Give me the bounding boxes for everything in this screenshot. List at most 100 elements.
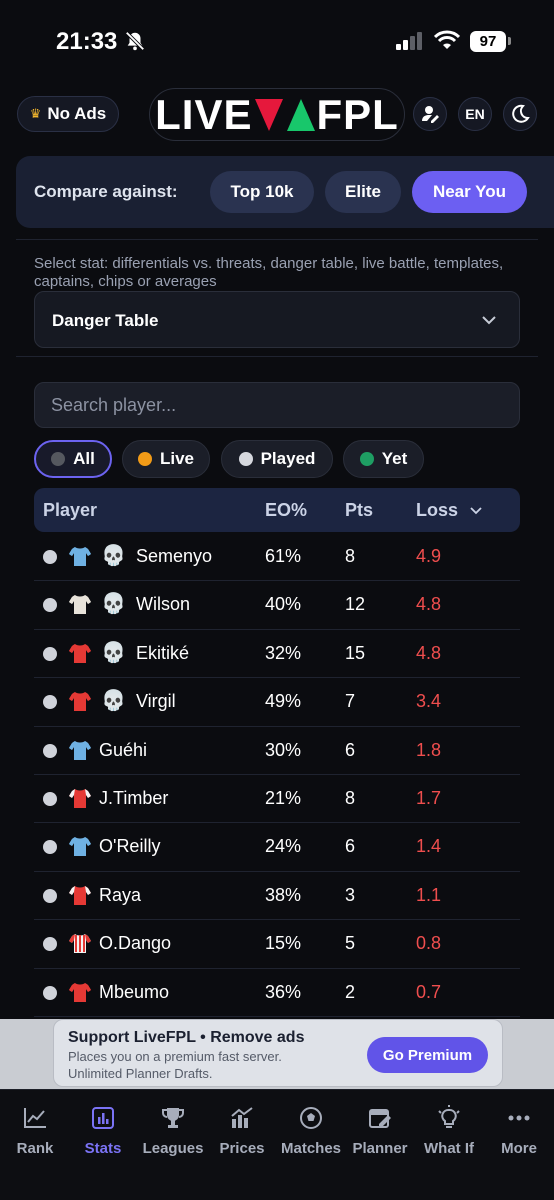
line-chart-icon <box>24 1108 46 1128</box>
status-dot-icon <box>359 452 374 466</box>
player-loss: 3.4 <box>416 691 442 712</box>
filter-label: All <box>73 449 95 468</box>
table-row[interactable]: 💀 Wilson 40% 12 4.8 <box>34 581 520 630</box>
player-pts: 6 <box>345 836 356 857</box>
table-row[interactable]: 💀 Semenyo 61% 8 4.9 <box>34 533 520 582</box>
crown-icon: ♛ <box>29 106 42 121</box>
logo-text-right: FPL <box>316 90 399 138</box>
filter-all[interactable]: All <box>34 440 112 478</box>
stat-select-description: Select stat: differentials vs. threats, … <box>34 255 504 290</box>
status-dot-icon <box>43 791 57 806</box>
player-name: O'Reilly <box>99 836 161 857</box>
column-header-pts[interactable]: Pts <box>345 500 373 521</box>
player-loss: 1.1 <box>416 884 442 905</box>
livefpl-logo[interactable]: LIVE FPL <box>149 88 405 141</box>
go-premium-button[interactable]: Go Premium <box>367 1037 488 1073</box>
search-player-input[interactable] <box>34 382 520 428</box>
nav-leagues[interactable]: Leagues <box>138 1104 208 1157</box>
status-dot-icon <box>43 550 57 564</box>
player-loss: 4.9 <box>416 546 442 566</box>
player-pts: 12 <box>345 594 366 615</box>
bottom-nav: Rank Stats Leagues Prices Matches Planne… <box>0 1089 554 1200</box>
status-dot-icon <box>43 888 57 903</box>
player-name: Ekitiké <box>136 642 190 663</box>
player-eo: 32% <box>265 642 302 663</box>
player-eo: 15% <box>265 933 302 954</box>
player-pts: 7 <box>345 691 356 712</box>
sort-desc-icon[interactable] <box>470 506 482 516</box>
no-ads-button[interactable]: ♛ No Ads <box>17 96 119 132</box>
player-eo: 36% <box>265 981 302 1002</box>
nav-rank[interactable]: Rank <box>0 1104 70 1157</box>
nav-label: Rank <box>16 1140 54 1157</box>
table-row[interactable]: O.Dango 15% 5 0.8 <box>34 920 520 969</box>
team-kit-icon <box>69 595 91 615</box>
nav-label: Planner <box>352 1140 408 1157</box>
language-button[interactable]: EN <box>458 97 492 131</box>
player-eo: 61% <box>265 546 302 566</box>
player-loss: 1.8 <box>416 739 442 760</box>
player-name: J.Timber <box>99 787 169 808</box>
compare-option-near-you[interactable]: Near You <box>412 171 527 213</box>
table-row[interactable]: 💀 Ekitiké 32% 15 4.8 <box>34 630 520 679</box>
nav-matches[interactable]: Matches <box>276 1104 346 1157</box>
team-kit-icon <box>69 643 91 663</box>
player-name: Mbeumo <box>99 981 170 1002</box>
filter-played[interactable]: Played <box>221 440 333 478</box>
bar-chart-icon <box>92 1107 114 1129</box>
battery-indicator: 97 <box>470 31 506 52</box>
section-divider <box>16 239 538 240</box>
nav-label: Matches <box>280 1140 342 1157</box>
column-header-player[interactable]: Player <box>43 500 97 521</box>
status-dot-icon <box>238 452 253 466</box>
player-loss: 0.8 <box>416 933 442 954</box>
player-name: Guéhi <box>99 739 148 760</box>
team-kit-icon <box>69 547 91 566</box>
table-row[interactable]: Raya 38% 3 1.1 <box>34 872 520 921</box>
compare-option-top-10k[interactable]: Top 10k <box>210 171 314 213</box>
nav-label: Stats <box>84 1140 122 1157</box>
skull-icon: 💀 <box>101 690 126 713</box>
table-row[interactable]: Guéhi 30% 6 1.8 <box>34 727 520 775</box>
player-eo: 21% <box>265 787 302 808</box>
player-eo: 24% <box>265 836 302 857</box>
ad-card[interactable]: Support LiveFPL • Remove ads Places you … <box>53 1019 503 1087</box>
nav-prices[interactable]: Prices <box>207 1104 277 1157</box>
table-row[interactable]: J.Timber 21% 8 1.7 <box>34 775 520 824</box>
theme-toggle-button[interactable] <box>503 97 537 131</box>
section-divider <box>16 356 538 357</box>
player-loss: 4.8 <box>416 642 442 663</box>
moon-icon <box>512 104 530 123</box>
no-ads-label: No Ads <box>47 104 107 123</box>
player-name: Semenyo <box>136 546 213 566</box>
lightbulb-icon <box>438 1105 460 1128</box>
stat-dropdown[interactable]: Danger Table <box>34 291 520 348</box>
player-loss: 1.4 <box>416 836 442 857</box>
player-loss: 4.8 <box>416 594 442 615</box>
table-row[interactable]: 💀 Virgil 49% 7 3.4 <box>34 678 520 727</box>
ad-line-1: Places you on a premium fast server. <box>68 1049 282 1064</box>
status-dot-icon <box>137 452 152 466</box>
player-loss: 0.7 <box>416 981 442 1002</box>
column-header-eo[interactable]: EO% <box>265 500 307 521</box>
filter-yet[interactable]: Yet <box>343 440 424 478</box>
account-button[interactable] <box>413 97 447 131</box>
table-row[interactable]: Mbeumo 36% 2 0.7 <box>34 969 520 1017</box>
table-row[interactable]: O'Reilly 24% 6 1.4 <box>34 823 520 872</box>
filter-live[interactable]: Live <box>122 440 210 478</box>
column-header-loss[interactable]: Loss <box>416 500 458 521</box>
signal-icon <box>396 32 422 50</box>
skull-icon: 💀 <box>101 545 126 567</box>
team-kit-icon <box>69 934 91 954</box>
filter-label: Live <box>159 449 195 468</box>
nav-label: Leagues <box>142 1140 204 1157</box>
status-dot-icon <box>51 452 66 466</box>
player-loss: 1.7 <box>416 787 442 808</box>
nav-more[interactable]: More <box>484 1104 554 1157</box>
nav-stats[interactable]: Stats <box>68 1104 138 1157</box>
nav-planner[interactable]: Planner <box>345 1104 415 1157</box>
player-pts: 8 <box>345 787 356 808</box>
nav-what-if[interactable]: What If <box>414 1104 484 1157</box>
compare-option-elite[interactable]: Elite <box>325 171 401 213</box>
status-bar: 21:33 97 <box>0 0 554 84</box>
